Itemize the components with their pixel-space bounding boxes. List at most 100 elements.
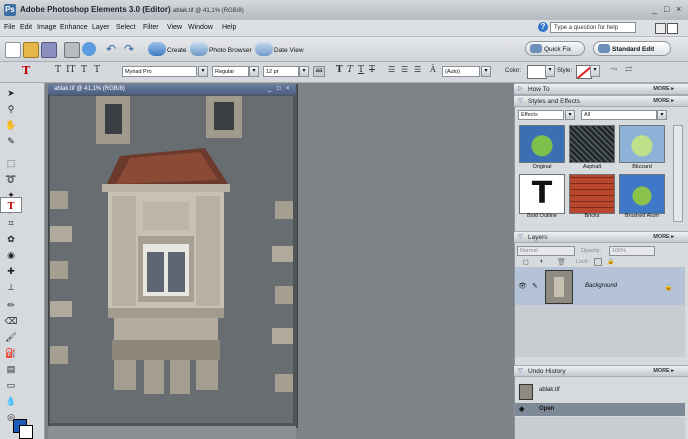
- menu-window[interactable]: Window: [188, 24, 213, 31]
- eraser-tool-icon[interactable]: ⌫: [0, 313, 22, 329]
- menu-help[interactable]: Help: [222, 24, 236, 31]
- color-dropdown-icon[interactable]: ▾: [545, 65, 555, 77]
- effects-filter-dropdown-icon[interactable]: ▾: [657, 110, 667, 120]
- undo-icon[interactable]: ↶: [106, 42, 116, 56]
- lock-all-icon[interactable]: 🔒: [607, 258, 614, 265]
- zoom-tool-icon[interactable]: ⚲: [0, 101, 22, 117]
- change-orientation-icon[interactable]: ⇄: [625, 65, 633, 75]
- menu-image[interactable]: Image: [37, 24, 56, 31]
- palette-well-icon[interactable]: [655, 23, 666, 34]
- print-icon[interactable]: [64, 42, 80, 58]
- paint-bucket-tool-icon[interactable]: ⛽: [0, 345, 22, 361]
- font-size-select[interactable]: 12 pt: [263, 66, 299, 77]
- pencil-tool-icon[interactable]: ✏: [0, 297, 22, 313]
- horizontal-type-mask-icon[interactable]: T: [81, 65, 87, 75]
- layer-name[interactable]: Background: [585, 283, 617, 289]
- minimize-icon[interactable]: _: [652, 4, 657, 14]
- move-tool-icon[interactable]: ➤: [0, 85, 22, 101]
- help-icon[interactable]: ?: [538, 22, 548, 32]
- create-icon[interactable]: [148, 42, 166, 56]
- new-file-icon[interactable]: [5, 42, 21, 58]
- opacity-field[interactable]: 100%: [609, 246, 655, 256]
- new-layer-icon[interactable]: ◻: [523, 258, 529, 266]
- effect-thumb-bold-outline[interactable]: T: [519, 174, 565, 214]
- crop-tool-icon[interactable]: ⌗: [0, 215, 22, 231]
- shape-tool-icon[interactable]: ▭: [0, 377, 22, 393]
- gradient-tool-icon[interactable]: ▤: [0, 361, 22, 377]
- close-icon[interactable]: ×: [676, 4, 681, 14]
- lock-transparency-icon[interactable]: [594, 258, 602, 266]
- undo-history-panel-header[interactable]: ▽ Undo History MORE ▸: [514, 365, 688, 377]
- help-search-input[interactable]: Type a question for help: [550, 22, 636, 33]
- eyedropper-tool-icon[interactable]: ✎: [0, 133, 22, 149]
- how-to-panel-header[interactable]: ▷ How To MORE ▸: [514, 83, 688, 95]
- effect-thumb-original[interactable]: [519, 125, 565, 163]
- hand-tool-icon[interactable]: ✋: [0, 117, 22, 133]
- menu-enhance[interactable]: Enhance: [60, 24, 88, 31]
- email-share-icon[interactable]: [82, 42, 96, 56]
- document-title-bar[interactable]: ablak.tif @ 41,1% (RGB/8) _ □ ×: [48, 84, 296, 95]
- align-right-icon[interactable]: ☰: [414, 65, 421, 74]
- anti-aliasing-button[interactable]: aa: [313, 66, 325, 77]
- image-canvas[interactable]: [50, 96, 293, 423]
- undo-history-snapshot-row[interactable]: ablak.tif: [515, 382, 685, 400]
- healing-brush-tool-icon[interactable]: ✚: [0, 263, 22, 279]
- redo-icon[interactable]: ↷: [124, 42, 134, 56]
- effects-category-dropdown-icon[interactable]: ▾: [565, 110, 575, 120]
- undo-history-more-button[interactable]: MORE ▸: [653, 366, 674, 377]
- font-family-select[interactable]: Myriad Pro: [122, 66, 197, 77]
- palette-toggle-icon[interactable]: [667, 23, 678, 34]
- effects-filter-select[interactable]: All: [581, 110, 657, 120]
- effect-thumb-blizzard[interactable]: [619, 125, 665, 163]
- strikethrough-icon[interactable]: T: [369, 65, 375, 75]
- align-center-icon[interactable]: ☰: [401, 65, 408, 74]
- marquee-tool-icon[interactable]: ⬚: [0, 155, 22, 171]
- leading-dropdown-icon[interactable]: ▾: [481, 66, 491, 77]
- font-size-dropdown-icon[interactable]: ▾: [299, 66, 309, 77]
- menu-select[interactable]: Select: [116, 24, 135, 31]
- cookie-cutter-tool-icon[interactable]: ✿: [0, 231, 22, 247]
- maximize-icon[interactable]: □: [664, 4, 669, 14]
- font-style-dropdown-icon[interactable]: ▾: [249, 66, 259, 77]
- delete-layer-icon[interactable]: 🗑: [557, 258, 566, 266]
- brush-tool-icon[interactable]: 🖌: [0, 329, 22, 345]
- menu-view[interactable]: View: [167, 24, 182, 31]
- vertical-type-icon[interactable]: ⅠT: [66, 65, 76, 75]
- clone-stamp-tool-icon[interactable]: ⊥: [0, 279, 22, 295]
- doc-maximize-icon[interactable]: □: [277, 84, 281, 95]
- vertical-type-mask-icon[interactable]: T: [94, 65, 100, 75]
- effect-thumb-asphalt[interactable]: [569, 125, 615, 163]
- layers-panel-header[interactable]: ▽ Layers MORE ▸: [514, 231, 688, 243]
- font-family-dropdown-icon[interactable]: ▾: [198, 66, 208, 77]
- doc-close-icon[interactable]: ×: [286, 84, 290, 95]
- save-icon[interactable]: [41, 42, 57, 58]
- horizontal-type-icon[interactable]: T: [55, 65, 61, 75]
- effects-scrollbar[interactable]: [673, 125, 683, 222]
- align-left-icon[interactable]: ☰: [388, 65, 395, 74]
- photo-browser-button[interactable]: Photo Browser: [209, 47, 252, 54]
- adjustment-layer-icon[interactable]: ◐: [540, 258, 544, 265]
- warp-text-icon[interactable]: ⤳: [610, 65, 618, 75]
- type-tool-preset-icon[interactable]: T: [22, 64, 30, 77]
- blur-tool-icon[interactable]: 💧: [0, 393, 22, 409]
- menu-file[interactable]: File: [4, 24, 15, 31]
- red-eye-tool-icon[interactable]: ◉: [0, 247, 22, 263]
- styles-effects-more-button[interactable]: MORE ▸: [653, 96, 674, 107]
- effect-thumb-bricks[interactable]: [569, 174, 615, 214]
- date-view-button[interactable]: Date View: [274, 47, 304, 54]
- effects-category-select[interactable]: Effects: [518, 110, 564, 120]
- leading-select[interactable]: (Auto): [442, 66, 480, 77]
- date-view-icon[interactable]: [255, 42, 273, 56]
- blend-mode-select[interactable]: Normal: [517, 246, 575, 256]
- effect-thumb-brushed-alum[interactable]: [619, 174, 665, 214]
- faux-italic-icon[interactable]: T: [347, 65, 353, 75]
- styles-effects-panel-header[interactable]: ▽ Styles and Effects MORE ▸: [514, 95, 688, 107]
- background-color-swatch[interactable]: [19, 425, 33, 439]
- faux-bold-icon[interactable]: T: [336, 65, 343, 75]
- how-to-more-button[interactable]: MORE ▸: [653, 84, 674, 95]
- color-swatch[interactable]: [527, 65, 547, 79]
- menu-layer[interactable]: Layer: [92, 24, 110, 31]
- layer-link-brush-icon[interactable]: ✎: [532, 282, 538, 290]
- undo-history-open-row[interactable]: ◈ Open: [515, 403, 685, 416]
- create-button[interactable]: Create: [167, 47, 187, 54]
